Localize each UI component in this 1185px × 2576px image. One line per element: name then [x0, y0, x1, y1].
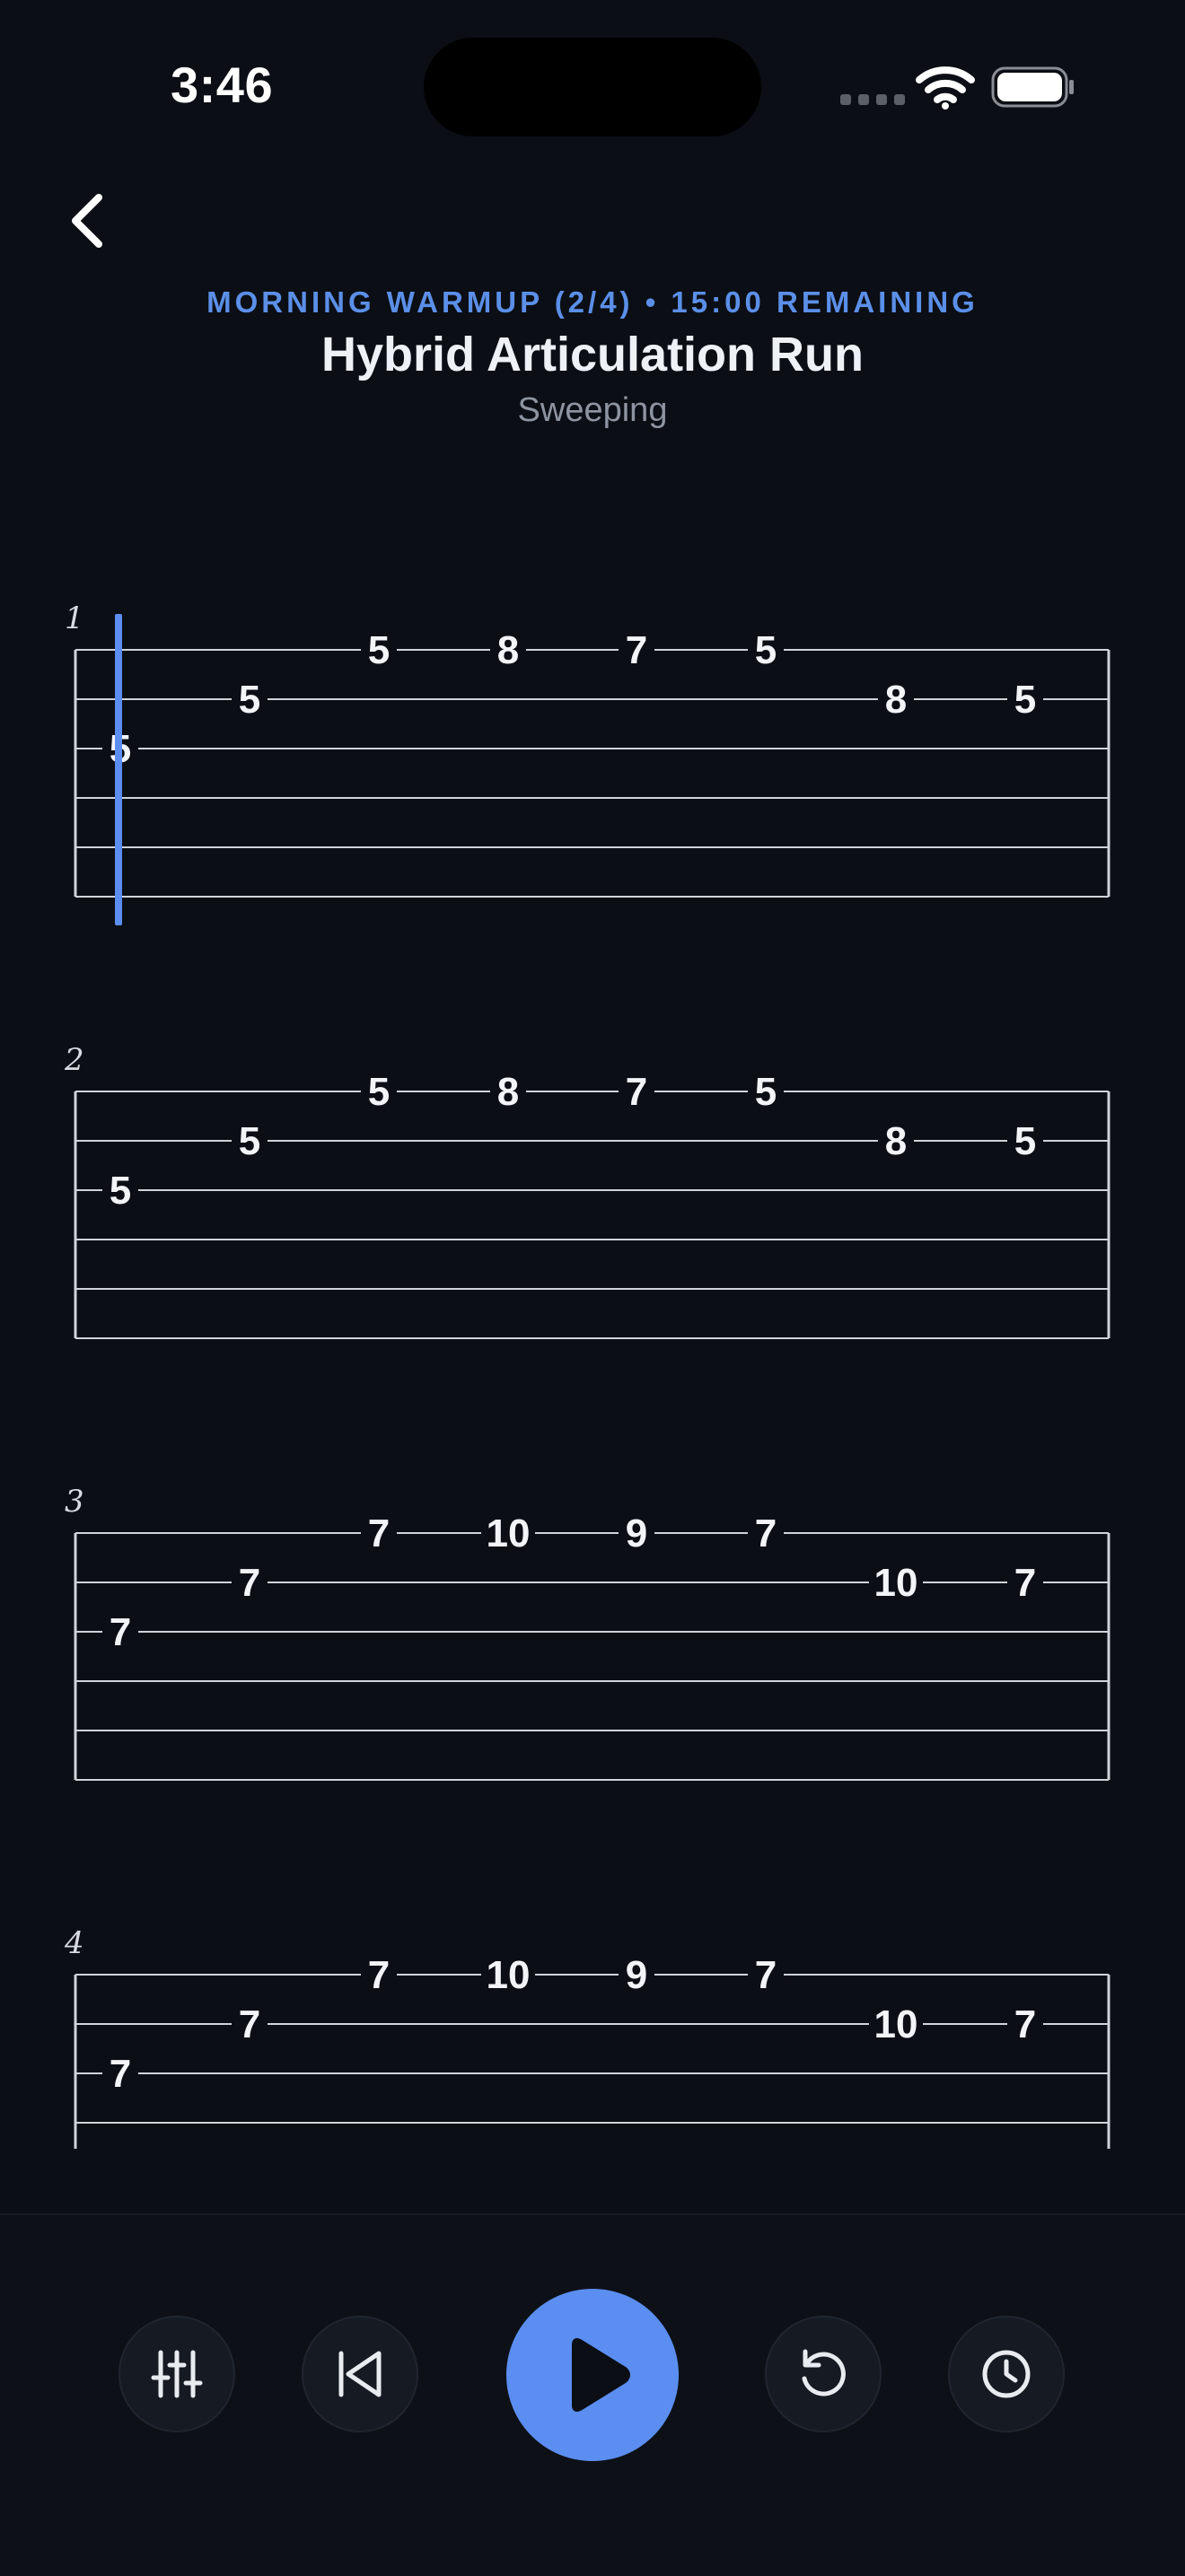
tab-note: 5	[110, 1169, 131, 1213]
skip-back-icon	[338, 2351, 382, 2397]
measure-number: 2	[64, 1042, 84, 1078]
session-progress-label: MORNING WARMUP (2/4) • 15:00 REMAINING	[206, 285, 979, 319]
tab-note: 10	[874, 2002, 918, 2046]
tab-note: 5	[239, 1119, 260, 1163]
back-button[interactable]	[54, 185, 118, 257]
battery-icon	[991, 66, 1074, 108]
tab-note: 9	[626, 1953, 647, 1997]
tab-note: 5	[368, 628, 390, 672]
skip-back-button[interactable]	[302, 2316, 418, 2432]
measure-number: 3	[65, 1484, 84, 1520]
tab-note: 7	[368, 1511, 390, 1555]
tab-note: 10	[487, 1511, 531, 1555]
play-button[interactable]	[506, 2289, 679, 2461]
sliders-icon	[151, 2350, 203, 2398]
tab-note: 7	[239, 2002, 260, 2046]
tab-note: 8	[497, 628, 519, 672]
tab-note: 7	[110, 1610, 131, 1654]
restart-button[interactable]	[765, 2316, 882, 2432]
exercise-category: Sweeping	[517, 391, 668, 429]
measure-number: 1	[65, 600, 84, 636]
tab-note: 5	[755, 628, 777, 672]
tab-note: 5	[239, 678, 260, 722]
wifi-icon	[916, 66, 975, 110]
tab-note: 10	[874, 1561, 918, 1605]
tab-note: 7	[239, 1561, 260, 1605]
tab-note: 5	[368, 1070, 390, 1114]
timer-button[interactable]	[948, 2316, 1065, 2432]
tab-note: 10	[487, 1953, 531, 1997]
cellular-signal-icon	[840, 94, 905, 105]
clock-icon	[982, 2350, 1031, 2398]
tab-note: 7	[1014, 1561, 1036, 1605]
tab-note: 7	[368, 1953, 390, 1997]
chevron-left-icon	[72, 194, 102, 248]
tab-note: 5	[1014, 678, 1036, 722]
tab-note: 5	[1014, 1119, 1036, 1163]
tab-note: 5	[755, 1070, 777, 1114]
tab-note: 7	[1014, 2002, 1036, 2046]
status-time: 3:46	[171, 57, 274, 113]
tab-note: 7	[110, 2052, 131, 2096]
tablature-canvas: 1555875852555875853777109710747771097107	[64, 600, 1110, 2149]
tab-note: 8	[497, 1070, 519, 1114]
tab-note: 8	[885, 678, 907, 722]
tab-note: 8	[885, 1119, 907, 1163]
tab-note: 7	[755, 1953, 777, 1997]
dynamic-island	[424, 38, 761, 136]
exercise-title: Hybrid Articulation Run	[321, 328, 864, 381]
playhead-cursor	[115, 614, 122, 925]
mixer-button[interactable]	[118, 2316, 235, 2432]
restart-icon	[802, 2349, 846, 2396]
tab-note: 7	[626, 1070, 647, 1114]
tab-note: 7	[626, 628, 647, 672]
play-icon	[572, 2338, 630, 2412]
playback-controls	[0, 2213, 1185, 2576]
tablature-view[interactable]: 1555875852555875853777109710747771097107	[0, 574, 1185, 2149]
measure-number: 4	[64, 1925, 84, 1961]
tab-note: 7	[755, 1511, 777, 1555]
tab-note: 9	[626, 1511, 647, 1555]
